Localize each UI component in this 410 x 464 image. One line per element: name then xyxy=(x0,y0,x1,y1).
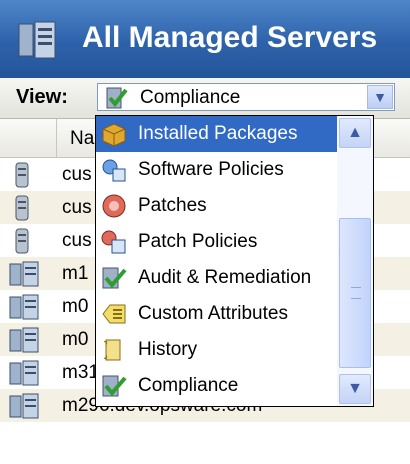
server-icon xyxy=(15,228,29,254)
chevron-down-icon[interactable]: ▼ xyxy=(367,85,393,109)
option-label: Software Policies xyxy=(138,159,284,180)
software-policy-icon xyxy=(102,159,126,182)
option-compliance[interactable]: Compliance xyxy=(96,368,337,404)
audit-icon xyxy=(102,267,127,289)
row-name: cus xyxy=(62,197,92,218)
option-label: Custom Attributes xyxy=(138,303,288,324)
managed-server-icon xyxy=(9,294,39,320)
compliance-icon xyxy=(106,87,128,109)
option-label: Patches xyxy=(138,195,207,216)
row-name: cus xyxy=(62,164,92,185)
row-name: m0 xyxy=(62,296,89,317)
select-column-header[interactable] xyxy=(0,119,57,157)
scroll-down-icon[interactable]: ▼ xyxy=(339,374,371,404)
panel-header: All Managed Servers xyxy=(0,0,410,78)
package-icon xyxy=(102,123,126,147)
option-installed-packages[interactable]: Installed Packages xyxy=(96,116,337,152)
view-select-value: Compliance xyxy=(140,87,241,108)
grip-icon xyxy=(351,287,361,299)
patch-icon xyxy=(102,194,126,218)
option-patches[interactable]: Patches xyxy=(96,188,337,224)
option-software-policies[interactable]: Software Policies xyxy=(96,152,337,188)
option-label: Patch Policies xyxy=(138,231,258,252)
managed-server-icon xyxy=(9,261,39,287)
option-label: History xyxy=(138,339,198,360)
view-select[interactable]: Compliance ▼ xyxy=(97,83,395,111)
server-icon xyxy=(15,162,29,188)
page-title: All Managed Servers xyxy=(82,21,378,54)
server-icon xyxy=(15,195,29,221)
option-label: Audit & Remediation xyxy=(138,267,312,288)
view-bar: View: Compliance ▼ xyxy=(0,78,410,119)
option-label: Installed Packages xyxy=(138,123,298,144)
managed-server-icon xyxy=(9,360,39,386)
managed-server-icon xyxy=(9,393,39,419)
row-name: m0 xyxy=(62,329,89,350)
option-custom-attributes[interactable]: Custom Attributes xyxy=(96,296,337,332)
row-name: cus xyxy=(62,230,92,251)
managed-server-icon xyxy=(9,327,39,353)
scroll-thumb[interactable] xyxy=(339,218,371,368)
option-label: Compliance xyxy=(138,375,239,396)
option-history[interactable]: History xyxy=(96,332,337,368)
compliance-icon xyxy=(102,375,127,397)
option-audit-remediation[interactable]: Audit & Remediation xyxy=(96,260,337,296)
servers-icon xyxy=(18,21,56,59)
scroll-up-icon[interactable]: ▲ xyxy=(339,118,371,148)
custom-attributes-icon xyxy=(102,304,126,324)
history-icon xyxy=(103,339,121,361)
view-dropdown-list[interactable]: Installed Packages Software Policies Pat… xyxy=(95,115,374,407)
view-label: View: xyxy=(16,86,68,108)
option-patch-policies[interactable]: Patch Policies xyxy=(96,224,337,260)
row-name: m1 xyxy=(62,263,89,284)
name-column-header[interactable]: Na xyxy=(70,128,94,150)
dropdown-scrollbar[interactable]: ▲ ▼ xyxy=(337,116,373,406)
patch-policy-icon xyxy=(101,230,126,254)
